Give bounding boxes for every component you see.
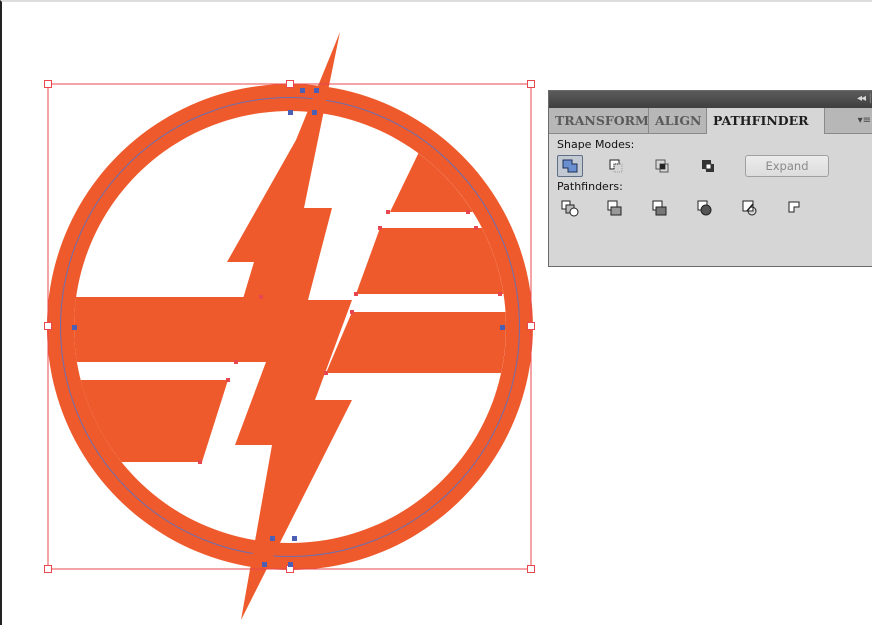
divide-button[interactable] [557,197,583,219]
minus-front-icon [609,159,623,173]
unite-icon [562,159,578,173]
minus-back-icon [788,201,800,213]
exclude-icon [702,160,714,172]
intersect-button[interactable] [649,155,675,177]
tab-pathfinder[interactable]: PATHFINDER [707,108,825,134]
shape-modes-label: Shape Modes: [557,138,635,151]
divide-icon [561,200,579,217]
minus-front-button[interactable] [603,155,629,177]
outline-button[interactable] [737,197,763,219]
intersect-icon [655,159,669,173]
panel-titlebar[interactable]: ◂◂ | [549,91,872,108]
exclude-button[interactable] [695,155,721,177]
merge-button[interactable] [647,197,673,219]
minus-back-button[interactable] [782,197,808,219]
panel-tab-row: TRANSFORM ALIGN PATHFINDER ▾≡ [549,108,872,134]
collapse-panel-icon[interactable]: ◂◂ [857,93,866,104]
panel-menu-icon[interactable]: ▾≡ [858,115,871,126]
lightning-bolt[interactable] [224,32,352,620]
pathfinder-panel: ◂◂ | TRANSFORM ALIGN PATHFINDER ▾≡ Shape… [548,90,872,267]
trim-icon [607,200,622,216]
unite-button[interactable] [557,155,583,177]
merge-icon [652,200,667,216]
trim-button[interactable] [602,197,628,219]
crop-button[interactable] [692,197,718,219]
outline-icon [742,200,757,216]
tab-align[interactable]: ALIGN [649,108,707,133]
shape-modes-row: Expand [557,152,872,180]
pathfinders-row [557,194,872,222]
crop-icon [697,200,712,216]
expand-button[interactable]: Expand [745,155,829,177]
pathfinders-label: Pathfinders: [557,180,623,193]
panel-divider: | [868,93,872,104]
tab-transform[interactable]: TRANSFORM [549,108,649,133]
